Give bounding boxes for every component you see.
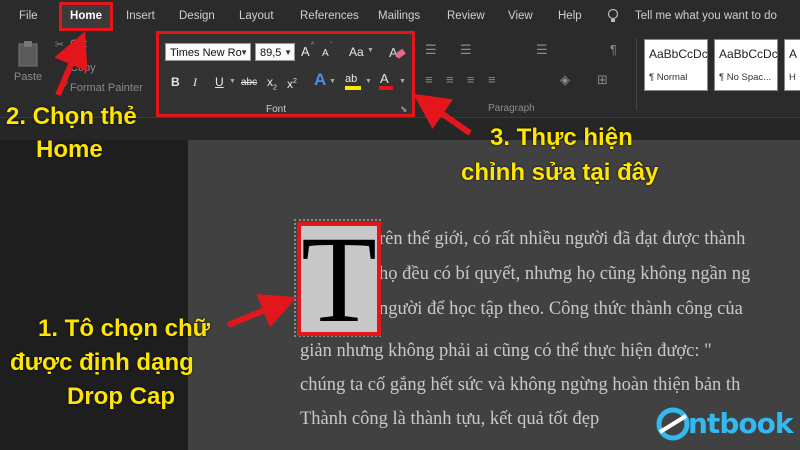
annotation-arrows [54,31,472,328]
ntbook-logo: ntbook [654,400,800,450]
arrow-to-font-group [413,93,472,136]
logo-mark-icon [656,407,690,441]
arrow-to-home-tab [54,31,88,97]
arrow-to-drop-cap [226,294,297,328]
logo-text: ntbook [688,407,793,440]
